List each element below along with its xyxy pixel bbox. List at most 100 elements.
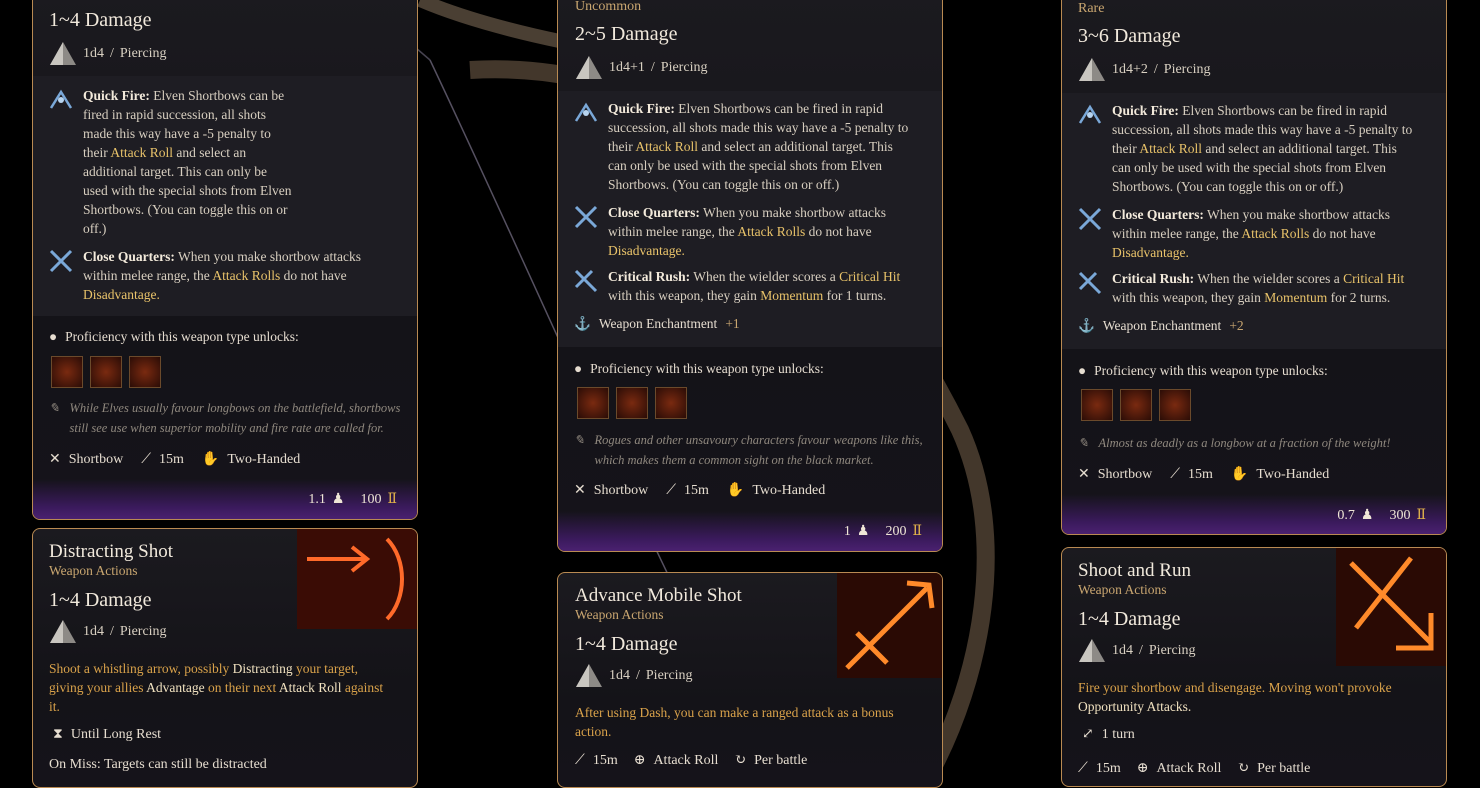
range-icon: ⟋ [1170,466,1180,482]
opportunity-attacks-link[interactable]: Opportunity Attacks. [1078,699,1191,714]
duration-row: ⧗ Until Long Rest [53,727,162,742]
target-icon: ⊕ [1136,761,1149,776]
action-title: Advance Mobile Shot [575,585,742,606]
disadvantage-link[interactable]: Disadvantage. [83,287,160,302]
weight-icon: ♟ [1360,508,1374,523]
expand-arrows-icon: ⤢ [1082,727,1094,742]
crossed-bow-icon: ✕ [49,452,61,467]
target-icon: ⊕ [633,753,646,768]
weapon-action-badge[interactable] [51,356,83,388]
weapon-tooltip-card-right: Rare 3~6 Damage 1d4+2/Piercing Quick Fir… [1061,0,1447,535]
action-description: After using Dash, you can make a ranged … [575,705,894,739]
weight-icon: ♟ [856,524,870,539]
damage-range: 1~4 Damage [575,633,678,655]
proficiency-icon: ● [574,361,583,376]
action-subtitle: Weapon Actions [575,607,664,622]
weapon-action-badge[interactable] [616,387,648,419]
damage-dice: 1d4/Piercing [49,619,167,645]
attack-roll-link[interactable]: Attack Roll [279,680,342,695]
quill-icon: ✎ [574,433,585,447]
flavor-text: ✎ Rogues and other unsavoury characters … [574,430,923,470]
gold-icon: Ⅱ [1416,508,1426,523]
action-description: Shoot a whistling arrow, possibly Distra… [49,661,384,714]
proficiency-row: ● Proficiency with this weapon type unlo… [574,361,824,376]
range-icon: ⟋ [141,451,151,467]
d4-die-icon [50,42,76,65]
action-card-shoot-and-run: Shoot and Run Weapon Actions 1~4 Damage … [1061,547,1447,787]
proficiency-row: ● Proficiency with this weapon type unlo… [49,329,299,344]
weapon-action-badge[interactable] [655,387,687,419]
weapon-action-badge[interactable] [1159,389,1191,421]
damage-range: 1~4 Damage [49,9,152,31]
weapon-action-badges [51,356,161,388]
d4-die-icon [576,56,602,79]
weapon-properties: ✕ Shortbow ⟋ 15m ✋ Two-Handed [574,482,826,499]
weight-value-row: 1.1 ♟ 100 Ⅱ [308,491,397,508]
d4-die-icon [1079,58,1105,81]
proficiency-row: ● Proficiency with this weapon type unlo… [1078,363,1328,378]
damage-dice: 1d4+2/Piercing [1078,57,1210,83]
weapon-enchantment: ⚓ Weapon Enchantment +2 [1078,318,1244,333]
quick-fire-feature: Quick Fire: Elven Shortbows can be fired… [1076,101,1436,196]
weapon-action-badge[interactable] [90,356,122,388]
action-card-advance-mobile-shot: Advance Mobile Shot Weapon Actions 1~4 D… [557,572,943,788]
feature-title: Quick Fire: [83,88,150,103]
gold-icon: Ⅱ [387,492,397,507]
close-quarters-feature: Close Quarters: When you make shortbow a… [47,247,407,304]
rarity-label: Rare [1078,1,1105,16]
attack-roll-link[interactable]: Attack Roll [110,145,173,160]
gold-icon: Ⅱ [912,524,922,539]
weapon-tooltip-card-left: 1~4 Damage 1d4 / Piercing Quick Fire: El… [32,0,418,520]
enchantment-icon: ⚓ [574,316,591,331]
close-quarters-icon [574,205,598,229]
attack-rolls-link[interactable]: Attack Rolls [212,268,280,283]
action-subtitle: Weapon Actions [1078,582,1167,597]
distracting-link[interactable]: Distracting [233,661,293,676]
weapon-enchantment: ⚓ Weapon Enchantment +1 [574,316,740,331]
proficiency-icon: ● [49,329,58,344]
action-stats: ⟋ 15m ⊕ Attack Roll ↻ Per battle [575,752,808,769]
distracting-shot-icon [297,529,417,629]
recharge-icon: ↻ [1237,761,1250,776]
dagger-icon: / [110,46,114,61]
hand-icon: ✋ [1230,467,1249,482]
weapon-action-badges [1081,389,1191,421]
quick-fire-icon [574,102,598,122]
d4-die-icon [50,620,76,643]
advantage-link[interactable]: Advantage [146,680,204,695]
critical-rush-icon [574,269,598,293]
crossed-bow-icon: ✕ [1078,467,1090,482]
action-stats: ⟋ 15m ⊕ Attack Roll ↻ Per battle [1078,760,1311,777]
quick-fire-feature: Quick Fire: Elven Shortbows can be fired… [572,99,932,194]
on-miss-text: On Miss: Targets can still be distracted [49,757,267,772]
weapon-action-badge[interactable] [129,356,161,388]
damage-range: 1~4 Damage [49,589,152,611]
proficiency-icon: ● [1078,363,1087,378]
damage-range: 2~5 Damage [575,23,678,45]
action-description: Fire your shortbow and disengage. Moving… [1078,680,1392,714]
quill-icon: ✎ [1078,436,1089,450]
weight-icon: ♟ [331,492,345,507]
rarity-label: Uncommon [575,0,642,14]
weapon-tooltip-card-middle: Uncommon 2~5 Damage 1d4+1/Piercing Quick… [557,0,943,552]
damage-dice: 1d4+1/Piercing [575,55,707,81]
mobile-shot-icon [837,573,942,678]
action-title: Shoot and Run [1078,560,1191,581]
damage-dice: 1d4 / Piercing [49,41,167,67]
weapon-action-badges [577,387,687,419]
critical-rush-feature: Critical Rush: When the wielder scores a… [572,267,932,305]
weapon-action-badge[interactable] [577,387,609,419]
weapon-action-badge[interactable] [1120,389,1152,421]
quick-fire-feature: Quick Fire: Elven Shortbows can be fired… [47,86,387,238]
range-icon: ⟋ [575,752,585,768]
weapon-properties: ✕ Shortbow ⟋ 15m ✋ Two-Handed [1078,466,1330,483]
weapon-action-badge[interactable] [1081,389,1113,421]
d4-die-icon [1079,639,1105,662]
weight-value-row: 1 ♟ 200 Ⅱ [843,523,922,540]
quick-fire-icon [49,89,73,109]
flavor-text: ✎ While Elves usually favour longbows on… [49,398,400,438]
critical-rush-feature: Critical Rush: When the wielder scores a… [1076,269,1436,307]
damage-dice: 1d4/Piercing [1078,638,1196,664]
damage-range: 1~4 Damage [1078,608,1181,630]
close-quarters-icon [1078,207,1102,231]
